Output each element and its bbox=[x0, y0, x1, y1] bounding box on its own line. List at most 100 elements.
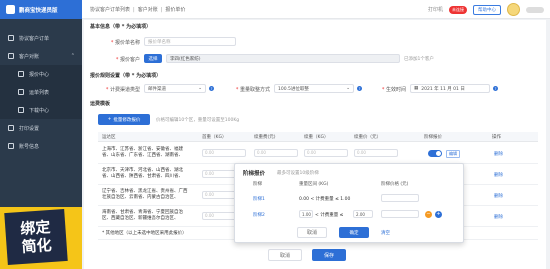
quote-name-input[interactable]: 报价单名称 bbox=[144, 37, 236, 46]
save-button[interactable]: 保存 bbox=[312, 249, 346, 261]
tiered-pricing-toggle[interactable] bbox=[428, 150, 442, 157]
sidebar-item-orders[interactable]: 协议客户订单 bbox=[0, 29, 82, 47]
effective-time-label: * 生效时间 bbox=[381, 87, 406, 93]
region-cell: 北京市、天津市、河北省、山西省、湖北省、山西省、陕西省、甘肃省、四川省、 bbox=[102, 168, 183, 179]
help-center-button[interactable]: 帮助中心 bbox=[473, 4, 501, 15]
freight-template-title: 运费模板 bbox=[90, 101, 111, 107]
popover-column-header: 重量区间 (KG) bbox=[299, 182, 329, 187]
printer-status-badge: 未连接 bbox=[449, 5, 467, 14]
breadcrumb: 协议客户订单列表 | 客户对账 | 报价单价 bbox=[90, 6, 185, 13]
promo-banner[interactable]: 绑定 简化 bbox=[0, 207, 82, 269]
sidebar-item-label: 账号信息 bbox=[19, 143, 40, 150]
breadcrumb-separator: | bbox=[133, 6, 135, 13]
sidebar-item-waybills[interactable]: 运单列表 bbox=[0, 83, 82, 101]
popover-title: 阶梯报价 bbox=[243, 171, 266, 177]
table-row: 上海市、江苏省、浙江省、安徽省、福建省、山东省、广东省、江西省、湖南省、 0.0… bbox=[98, 144, 538, 164]
breadcrumb-item[interactable]: 协议客户订单列表 bbox=[90, 7, 130, 13]
column-header: 续重费(元) bbox=[254, 135, 276, 140]
freight-hint: 价格可编辑10个区，重量可设置至100Kg bbox=[156, 118, 240, 123]
tier-range-end-input[interactable]: 2.00 bbox=[353, 210, 373, 218]
column-header: 首重（KG） bbox=[202, 135, 227, 140]
freight-table-header: 运达区 首重（KG） 续重费(元) 续重（KG） 续重价（元） 阶梯报价 操作 bbox=[98, 132, 538, 142]
column-header: 操作 bbox=[492, 135, 501, 140]
avatar[interactable] bbox=[507, 3, 520, 16]
tier-level: 阶梯2 bbox=[253, 213, 265, 218]
popover-subtitle: 最多可设置10级阶梯 bbox=[277, 171, 319, 176]
sidebar-item-quote-center[interactable]: 报价中心 bbox=[0, 65, 82, 83]
tier-range-start: 1.00 bbox=[299, 210, 313, 218]
sidebar-item-label: 下载中心 bbox=[29, 107, 50, 114]
select-customer-button[interactable]: 选择 bbox=[144, 54, 162, 63]
sidebar-item-print-settings[interactable]: 打印设置 bbox=[0, 119, 82, 137]
popover-column-header: 阶梯 bbox=[253, 182, 262, 187]
extra-price-input[interactable]: 0.00 bbox=[354, 149, 398, 157]
header-actions: 打印机 未连接 帮助中心 bbox=[428, 3, 544, 16]
calendar-icon: ▦ bbox=[414, 86, 419, 91]
tiered-pricing-popover: 阶梯报价 最多可设置10级阶梯 阶梯 重量区间 (KG) 阶梯价格 (元) 阶梯… bbox=[234, 163, 464, 243]
breadcrumb-item[interactable]: 客户对账 bbox=[138, 7, 158, 13]
tier-range: 0.00 < 计费重量 ≤ 1.00 bbox=[299, 197, 351, 202]
region-cell: 海南省、甘肃省、青海省、宁夏回族自治区、西藏自治区、新疆维吾尔自治区、 bbox=[102, 210, 183, 221]
weight-rounding-label: * 重量取整方式 bbox=[235, 87, 270, 93]
region-cell: * 其他地区（以上未选中地区采用此报价） bbox=[102, 231, 187, 236]
sidebar-item-label: 打印设置 bbox=[19, 125, 40, 132]
popover-cancel-button[interactable]: 取消 bbox=[297, 227, 327, 238]
popover-clear-link[interactable]: 清空 bbox=[381, 230, 390, 236]
first-price-input[interactable]: 0.00 bbox=[254, 149, 298, 157]
brand-name: 鹏商宝快递员版 bbox=[19, 7, 58, 14]
sidebar-item-label: 协议客户订单 bbox=[19, 35, 50, 42]
user-name-pill[interactable] bbox=[526, 6, 544, 13]
breadcrumb-separator: | bbox=[160, 6, 163, 13]
remove-tier-icon[interactable]: − bbox=[425, 211, 432, 218]
customer-field: 李四(红色家纺) bbox=[166, 54, 400, 63]
delete-link[interactable]: 删除 bbox=[494, 172, 503, 178]
promo-line-2: 简化 bbox=[21, 235, 53, 257]
sidebar-item-reconcile[interactable]: 客户对账 ⌃ bbox=[0, 47, 82, 65]
help-icon[interactable]: ? bbox=[493, 86, 498, 91]
basic-info-title: 基本信息（带 * 为必填项） bbox=[90, 24, 152, 30]
list-icon bbox=[18, 89, 24, 95]
printer-icon bbox=[8, 125, 14, 131]
carrier-label: * 计费渠道类型 bbox=[105, 87, 140, 93]
delete-link[interactable]: 删除 bbox=[494, 193, 503, 199]
promo-line-1: 绑定 bbox=[19, 217, 51, 239]
tier-range-operator: < 计费重量 ≤ bbox=[315, 213, 344, 218]
orders-icon bbox=[8, 35, 14, 41]
quote-customer-label: * 报价客户 bbox=[115, 57, 140, 63]
edit-tier-tag[interactable]: 编辑 bbox=[446, 150, 460, 158]
delete-link[interactable]: 删除 bbox=[494, 214, 503, 220]
add-tier-icon[interactable]: + bbox=[435, 211, 442, 218]
sidebar-item-label: 客户对账 bbox=[19, 53, 40, 60]
sidebar-item-label: 报价中心 bbox=[29, 71, 50, 78]
wallet-icon bbox=[8, 53, 14, 59]
breadcrumb-item: 报价单价 bbox=[165, 6, 186, 13]
cancel-button[interactable]: 取消 bbox=[268, 249, 302, 261]
column-header: 续重（KG） bbox=[304, 135, 329, 140]
quote-name-label: * 报价单名称 bbox=[110, 40, 140, 46]
logo-icon bbox=[6, 5, 15, 14]
promo-card: 绑定 简化 bbox=[4, 208, 68, 266]
weight-rounding-select[interactable]: 100.5进位取整 ⌄ bbox=[274, 84, 354, 93]
effective-date-picker[interactable]: ▦ 2021 年 11 月 01 日 bbox=[410, 84, 490, 93]
printer-link[interactable]: 打印机 bbox=[428, 6, 443, 13]
tier-level: 阶梯1 bbox=[253, 197, 265, 202]
extra-weight-input[interactable]: 0.00 bbox=[304, 149, 348, 157]
chevron-down-icon: ⌄ bbox=[346, 86, 350, 91]
popover-confirm-button[interactable]: 确定 bbox=[339, 227, 369, 238]
tier-price-input[interactable] bbox=[381, 210, 419, 218]
first-weight-input[interactable]: 0.00 bbox=[202, 149, 246, 157]
customer-count-hint: 已添加1个客户 bbox=[404, 57, 434, 62]
sidebar-item-label: 运单列表 bbox=[29, 89, 50, 96]
sidebar-item-account[interactable]: 账号信息 bbox=[0, 137, 82, 155]
tier-price-input[interactable] bbox=[381, 194, 419, 202]
download-icon bbox=[18, 107, 24, 113]
popover-column-header: 阶梯价格 (元) bbox=[381, 182, 409, 187]
carrier-select[interactable]: 邮件渠道 ⌄ bbox=[144, 84, 206, 93]
brand-bar: 鹏商宝快递员版 bbox=[0, 0, 82, 19]
batch-edit-button[interactable]: + 批量修改报价 bbox=[98, 114, 150, 125]
user-icon bbox=[8, 143, 14, 149]
delete-link[interactable]: 删除 bbox=[494, 151, 503, 157]
help-icon[interactable]: ? bbox=[209, 86, 214, 91]
sidebar-item-downloads[interactable]: 下载中心 bbox=[0, 101, 82, 119]
column-header: 阶梯报价 bbox=[424, 135, 442, 140]
